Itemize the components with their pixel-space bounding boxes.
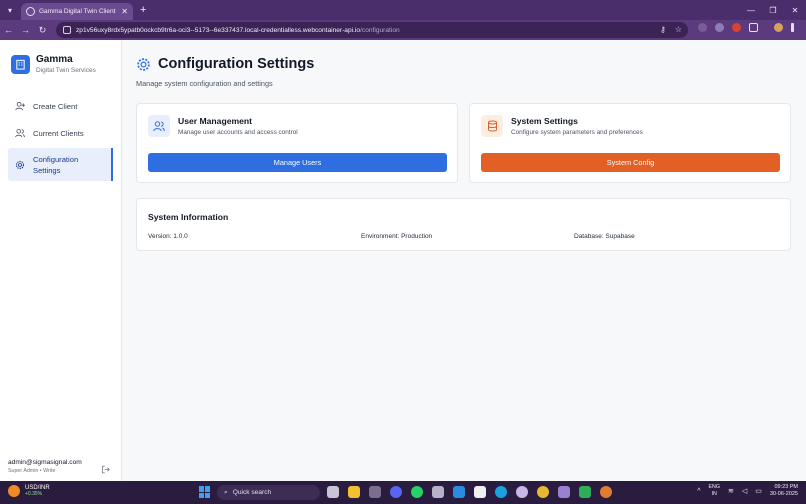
user-role: Super Admin • Write [8,468,56,474]
task-view-icon[interactable] [327,486,339,498]
wifi-icon[interactable]: ≋ [728,487,734,495]
clock-date: 30-06-2025 [769,491,798,497]
browser-tab[interactable]: Gamma Digital Twin Client Ord ✕ [21,3,133,20]
browser-tab-bar: ▾ Gamma Digital Twin Client Ord ✕ + — ❐ … [0,0,806,20]
page-subtitle: Manage system configuration and settings [136,79,273,88]
volume-icon[interactable]: ◁ [742,487,747,495]
system-settings-card: System Settings Configure system paramet… [469,103,791,183]
site-info-icon[interactable] [63,26,71,34]
url-host: zp1v56uxy8rdx5ypatb0ockcb9tr6a-oci3--517… [76,26,361,34]
reload-icon[interactable]: ↻ [34,25,51,36]
search-icon: ⌕ [224,488,228,496]
language-code: ENG [708,484,720,490]
chrome-active-icon[interactable] [600,486,612,498]
close-window-icon[interactable]: ✕ [784,0,806,20]
forward-icon[interactable]: → [17,25,34,35]
battery-icon[interactable]: ▭ [755,487,762,495]
environment-text: Environment: Production [361,233,433,240]
whatsapp-icon[interactable] [411,486,423,498]
system-tray: ^ ENG IN ≋ ◁ ▭ 09:23 PM 30-06-2025 [697,484,798,498]
language-indicator[interactable]: ENG IN [708,484,719,498]
windows-taskbar: USD/INR +0.35% ⌕ Quick search ^ ENG IN ≋… [0,481,806,504]
address-bar-row: ← → ↻ zp1v56uxy8rdx5ypatb0ockcb9tr6a-oci… [0,20,806,40]
sidebar-item-label: Current Clients [33,128,84,138]
logout-icon[interactable] [101,461,110,479]
edge-icon[interactable] [495,486,507,498]
back-icon[interactable]: ← [0,25,17,35]
tab-favicon-icon [26,7,35,16]
database-icon [481,115,503,137]
brand-name: Gamma [36,54,73,65]
vscode-icon[interactable] [453,486,465,498]
version-text: Version: 1.0.0 [148,233,188,240]
minimize-icon[interactable]: — [740,0,762,20]
bookmark-star-icon[interactable]: ☆ [675,25,682,34]
sidebar-item-label: Configuration Settings [33,154,79,175]
extension-icon[interactable] [715,23,724,32]
password-key-icon[interactable]: ⚷ [660,25,666,34]
new-tab-button[interactable]: + [140,4,146,16]
chevron-up-icon[interactable]: ^ [697,488,700,495]
github-icon[interactable] [516,486,528,498]
ticker-widget[interactable]: USD/INR +0.35% [8,485,50,497]
brand: Gamma Digital Twin Services [11,54,96,74]
users-icon [148,115,170,137]
profile-avatar[interactable] [774,23,783,32]
extension-icon[interactable] [732,23,741,32]
file-explorer-icon[interactable] [348,486,360,498]
extension-icon[interactable] [698,23,707,32]
manage-users-button[interactable]: Manage Users [148,153,447,172]
building-icon [11,54,30,74]
windows-start-icon[interactable] [199,486,211,498]
sidebar-item-create-client[interactable]: Create Client [8,95,113,117]
users-icon [15,129,25,138]
system-information-card: System Information Version: 1.0.0 Enviro… [136,198,791,251]
restore-icon[interactable]: ❐ [762,0,784,20]
card-description: Configure system parameters and preferen… [511,129,643,136]
card-title: User Management [178,116,253,126]
taskbar-apps [327,486,612,498]
url-field[interactable]: zp1v56uxy8rdx5ypatb0ockcb9tr6a-oci3--517… [56,22,688,38]
card-title: System Settings [511,116,578,126]
discord-icon[interactable] [390,486,402,498]
mail-icon[interactable] [432,486,444,498]
app-icon[interactable] [369,486,381,498]
gear-icon [15,160,25,169]
system-config-button[interactable]: System Config [481,153,780,172]
gear-icon [137,57,150,71]
brand-subtitle: Digital Twin Services [36,67,96,74]
url-path: /configuration [360,26,400,34]
user-plus-icon [15,102,25,111]
puzzle-icon[interactable] [749,23,758,32]
taskbar-search-label: Quick search [232,489,272,496]
app-root: Gamma Digital Twin Services Create Clien… [0,40,806,481]
more-menu-icon[interactable] [791,23,794,32]
sidebar-item-current-clients[interactable]: Current Clients [8,122,113,144]
sidebar: Gamma Digital Twin Services Create Clien… [0,40,122,481]
tab-search-icon[interactable]: ▾ [3,3,17,17]
app-icon[interactable] [579,486,591,498]
ticker-icon [8,485,20,497]
taskbar-search[interactable]: ⌕ Quick search [217,485,320,500]
ticker-change: +0.35% [25,491,43,497]
card-description: Manage user accounts and access control [178,129,298,136]
chrome-icon[interactable] [537,486,549,498]
clock[interactable]: 09:23 PM 30-06-2025 [770,484,798,498]
page-title: Configuration Settings [158,56,315,72]
app-icon[interactable] [558,486,570,498]
region-code: IN [711,491,717,497]
user-management-card: User Management Manage user accounts and… [136,103,458,183]
sidebar-item-label: Create Client [33,101,78,111]
user-info: admin@sigmasignal.com Super Admin • Writ… [8,459,82,474]
tab-title: Gamma Digital Twin Client Ord [39,8,117,15]
system-information-title: System Information [148,212,229,222]
user-email: admin@sigmasignal.com [8,459,82,466]
database-text: Database: Supabase [574,233,635,240]
sidebar-item-configuration-settings[interactable]: Configuration Settings [8,148,113,181]
clock-time: 09:23 PM [774,484,798,490]
tab-close-icon[interactable]: ✕ [121,7,128,16]
notion-icon[interactable] [474,486,486,498]
